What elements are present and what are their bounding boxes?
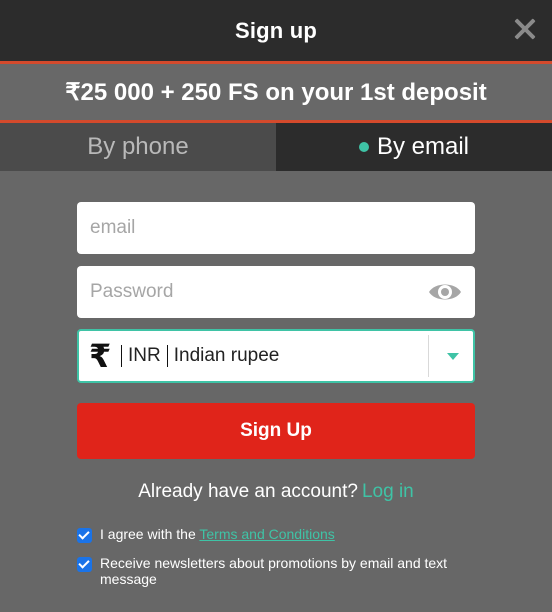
modal-title: Sign up (234, 17, 318, 43)
chevron-down-icon[interactable] (447, 353, 459, 360)
tab-by-email-label: By email (376, 133, 470, 160)
close-icon[interactable] (512, 16, 538, 42)
terms-checkbox[interactable] (77, 528, 92, 543)
login-link[interactable]: Log in (362, 481, 414, 502)
active-dot-icon (358, 142, 369, 152)
currency-separator (166, 345, 168, 367)
dropdown-divider (428, 335, 429, 377)
currency-code: INR (128, 345, 161, 366)
login-prompt: Already have an account? Log in (0, 481, 552, 503)
modal-header: Sign up (0, 0, 552, 61)
login-prompt-text: Already have an account? (138, 481, 358, 502)
terms-label: I agree with the Terms and Conditions (100, 526, 335, 542)
password-field-wrapper (77, 266, 475, 318)
promo-text: ₹25 000 + 250 FS on your 1st deposit (65, 78, 487, 106)
terms-agreement: I agree with the Terms and Conditions (77, 526, 335, 543)
signup-tabs: By phone By email (0, 123, 552, 171)
currency-select[interactable]: ₹ INR Indian rupee (77, 329, 475, 383)
email-field-wrapper (77, 202, 475, 254)
currency-name: Indian rupee (173, 345, 280, 366)
tab-by-phone[interactable]: By phone (0, 123, 276, 171)
rupee-icon: ₹ (89, 337, 112, 375)
sign-up-button[interactable]: Sign Up (77, 403, 475, 459)
currency-separator (121, 345, 122, 367)
password-field[interactable] (77, 266, 475, 318)
terms-link[interactable]: Terms and Conditions (199, 526, 334, 542)
newsletter-label: Receive newsletters about promotions by … (100, 555, 448, 587)
tab-by-email[interactable]: By email (276, 123, 552, 171)
tab-by-phone-label: By phone (87, 133, 189, 160)
email-field[interactable] (77, 202, 475, 254)
eye-icon[interactable] (427, 280, 463, 304)
promo-banner: ₹25 000 + 250 FS on your 1st deposit (0, 61, 552, 123)
newsletter-consent: Receive newsletters about promotions by … (77, 555, 487, 587)
terms-prefix: I agree with the (100, 526, 196, 542)
newsletter-checkbox[interactable] (77, 557, 92, 572)
